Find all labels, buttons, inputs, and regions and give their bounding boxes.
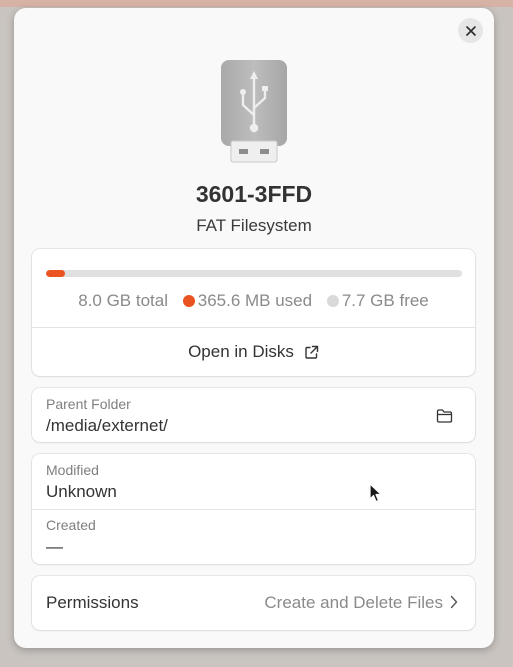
usage-card: 8.0 GB total 365.6 MB used 7.7 GB free O…	[32, 249, 475, 376]
properties-dialog: 3601-3FFD FAT Filesystem 8.0 GB total 36…	[14, 8, 494, 648]
usage-bar-fill	[46, 270, 66, 277]
mouse-pointer-icon	[369, 483, 382, 503]
usb-drive-icon	[221, 60, 287, 163]
external-link-icon	[305, 345, 319, 359]
free-size-label: 7.7 GB free	[341, 291, 429, 310]
used-size: 365.6 MB used	[182, 291, 313, 310]
open-parent-folder-button[interactable]	[432, 404, 456, 428]
backdrop-titlebar-strip	[0, 0, 513, 7]
folder-icon	[436, 409, 452, 423]
filesystem-type: FAT Filesystem	[196, 216, 312, 235]
parent-folder-label: Parent Folder	[46, 396, 131, 412]
used-dot-icon	[182, 295, 195, 307]
created-value: —	[46, 537, 63, 556]
divider	[32, 509, 475, 510]
usage-legend: 8.0 GB total 365.6 MB used 7.7 GB free	[32, 291, 475, 311]
dates-card: Modified Unknown Created —	[32, 454, 475, 564]
open-in-disks-label: Open in Disks	[188, 342, 294, 361]
parent-folder-row: Parent Folder /media/externet/	[32, 388, 475, 442]
drive-name: 3601-3FFD	[195, 181, 313, 207]
total-size: 8.0 GB total	[78, 291, 168, 310]
permissions-label: Permissions	[46, 593, 139, 612]
usage-bar	[46, 270, 462, 277]
permissions-value: Create and Delete Files	[264, 593, 443, 612]
modified-value: Unknown	[46, 482, 117, 501]
close-button[interactable]	[458, 18, 483, 43]
used-size-label: 365.6 MB used	[197, 291, 313, 310]
free-size: 7.7 GB free	[326, 291, 429, 310]
permissions-row[interactable]: Permissions Create and Delete Files	[32, 576, 475, 630]
open-in-disks-button[interactable]: Open in Disks	[32, 328, 475, 376]
free-dot-icon	[326, 295, 339, 307]
chevron-right-icon	[450, 595, 458, 609]
close-icon	[465, 25, 476, 36]
created-label: Created	[46, 517, 96, 533]
modified-label: Modified	[46, 462, 99, 478]
parent-folder-value: /media/externet/	[46, 416, 168, 435]
